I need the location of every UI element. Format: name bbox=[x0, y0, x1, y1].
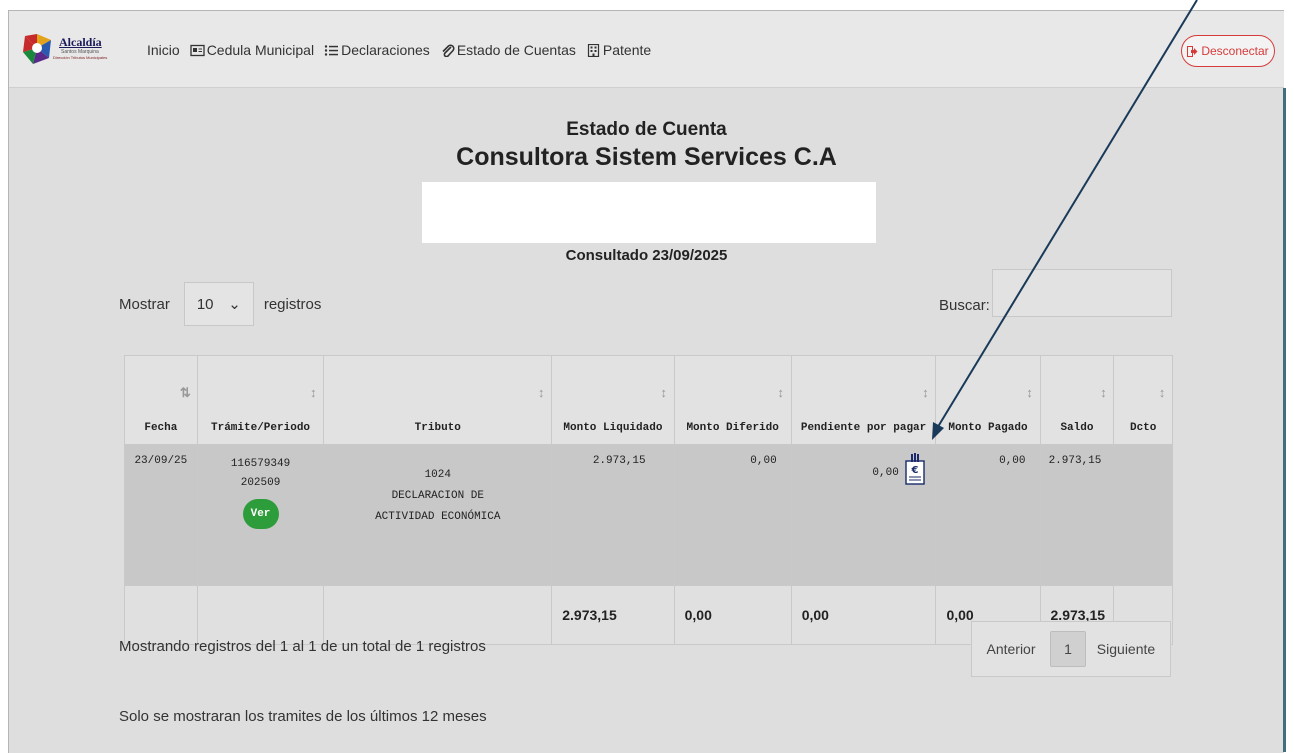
table-info: Mostrando registros del 1 al 1 de un tot… bbox=[119, 638, 486, 655]
tramite-number: 116579349 bbox=[230, 458, 291, 470]
total-empty bbox=[196, 585, 325, 645]
nav-declaraciones[interactable]: Declaraciones bbox=[324, 42, 430, 58]
page-size-value: 10 bbox=[196, 295, 214, 313]
nav-inicio[interactable]: Inicio bbox=[147, 42, 180, 58]
col-tributo[interactable]: Tributo ↕ bbox=[323, 355, 553, 445]
page-size-control: Mostrar 10 ⌄ registros bbox=[119, 282, 321, 326]
cell-dcto bbox=[1113, 444, 1173, 586]
total-diferido: 0,00 bbox=[673, 585, 792, 645]
header-label: Pendiente por pagar bbox=[800, 422, 927, 434]
page-size-select[interactable]: 10 ⌄ bbox=[183, 282, 254, 326]
window-edge bbox=[1283, 88, 1286, 752]
sort-icon: ↕ bbox=[537, 386, 546, 401]
tributo-description: DECLARACION DE ACTIVIDAD ECONÓMICA bbox=[375, 490, 501, 523]
sort-icon: ⇅ bbox=[179, 386, 191, 401]
total-empty bbox=[323, 585, 553, 645]
footer-note: Solo se mostraran los tramites de los úl… bbox=[119, 708, 487, 725]
col-monto-diferido[interactable]: Monto Diferido ↕ bbox=[673, 355, 792, 445]
logo-text: Alcaldía bbox=[59, 35, 102, 49]
building-icon bbox=[587, 43, 600, 57]
sort-icon: ↕ bbox=[776, 386, 785, 401]
svg-text:€: € bbox=[911, 465, 919, 476]
navbar: Alcaldía Santos Marquina Dirección Tribu… bbox=[9, 11, 1284, 88]
nav-label: Inicio bbox=[147, 42, 180, 58]
nav-label: Patente bbox=[602, 42, 652, 58]
app-window: Alcaldía Santos Marquina Dirección Tribu… bbox=[8, 10, 1284, 753]
search-label: Buscar: bbox=[939, 297, 990, 314]
company-name: Consultora Sistem Services C.A bbox=[456, 143, 837, 171]
ver-button[interactable]: Ver bbox=[242, 499, 279, 529]
sort-icon: ↕ bbox=[1158, 386, 1166, 401]
nav-label: Estado de Cuentas bbox=[456, 42, 576, 58]
col-fecha[interactable]: Fecha ⇅ bbox=[124, 355, 198, 445]
nav-label: Declaraciones bbox=[341, 42, 430, 58]
header-label: Dcto bbox=[1129, 422, 1157, 434]
cell-tributo: 1024 DECLARACION DE ACTIVIDAD ECONÓMICA bbox=[323, 444, 553, 586]
periodo: 202509 bbox=[240, 477, 281, 489]
cell-fecha: 23/09/25 bbox=[124, 444, 198, 586]
list-icon bbox=[324, 44, 339, 56]
col-monto-pagado[interactable]: Monto Pagado ↕ bbox=[935, 355, 1041, 445]
id-card-icon bbox=[190, 44, 205, 56]
disconnect-label: Desconectar bbox=[1201, 44, 1269, 58]
records-label: registros bbox=[263, 295, 322, 313]
tributo-code: 1024 bbox=[424, 469, 451, 481]
nav-label: Cedula Municipal bbox=[206, 42, 315, 58]
total-liquidado: 2.973,15 bbox=[551, 585, 675, 645]
pagination-previous[interactable]: Anterior bbox=[972, 641, 1050, 657]
table-row: 23/09/25 116579349 202509 Ver 1024 DECLA… bbox=[124, 444, 1173, 586]
logo-subtitle-2: Dirección Tributos Municipales bbox=[53, 55, 108, 60]
col-dcto[interactable]: Dcto ↕ bbox=[1113, 355, 1173, 445]
pagination-page-1[interactable]: 1 bbox=[1050, 631, 1086, 667]
header-label: Fecha bbox=[144, 422, 178, 434]
consulted-date: Consultado 23/09/2025 bbox=[565, 247, 728, 264]
sort-icon: ↕ bbox=[309, 386, 318, 401]
cell-diferido: 0,00 bbox=[673, 444, 792, 586]
cell-pagado: 0,00 bbox=[935, 444, 1041, 586]
total-pendiente: 0,00 bbox=[790, 585, 937, 645]
header-label: Monto Diferido bbox=[686, 422, 779, 434]
paperclip-icon bbox=[442, 44, 455, 57]
page-title: Estado de Cuenta bbox=[566, 119, 727, 140]
logo[interactable]: Alcaldía Santos Marquina Dirección Tribu… bbox=[21, 33, 131, 65]
col-pendiente[interactable]: Pendiente por pagar ↕ bbox=[790, 355, 937, 445]
col-saldo[interactable]: Saldo ↕ bbox=[1039, 355, 1115, 445]
cell-tramite: 116579349 202509 Ver bbox=[196, 444, 325, 586]
logo-mark-icon bbox=[23, 34, 51, 64]
sort-icon: ↕ bbox=[1099, 386, 1108, 401]
sort-icon: ↕ bbox=[921, 386, 930, 401]
cell-pendiente: 0,00 € bbox=[790, 444, 937, 586]
search-input[interactable] bbox=[992, 269, 1172, 317]
table-header-row: Fecha ⇅ Trámite/Periodo ↕ Tributo ↕ Monto L… bbox=[124, 355, 1173, 445]
col-tramite[interactable]: Trámite/Periodo ↕ bbox=[196, 355, 325, 445]
nav-estado-de-cuentas[interactable]: Estado de Cuentas bbox=[440, 42, 576, 58]
pagination: Anterior 1 Siguiente bbox=[971, 621, 1171, 677]
header-label: Saldo bbox=[1060, 422, 1094, 434]
header-label: Monto Liquidado bbox=[563, 422, 663, 434]
pendiente-value: 0,00 bbox=[872, 467, 899, 479]
account-table: Fecha ⇅ Trámite/Periodo ↕ Tributo ↕ Monto L… bbox=[124, 355, 1173, 645]
header-label: Tributo bbox=[414, 422, 461, 434]
total-empty bbox=[124, 585, 198, 645]
chevron-down-icon: ⌄ bbox=[228, 296, 241, 313]
disconnect-button[interactable]: Desconectar bbox=[1181, 35, 1275, 67]
sign-out-icon bbox=[1187, 45, 1198, 57]
sort-icon: ↕ bbox=[1025, 386, 1034, 401]
show-label: Mostrar bbox=[119, 295, 170, 313]
main-nav: Inicio Cedula Municipal Declaraciones Es… bbox=[147, 42, 651, 58]
header-label: Trámite/Periodo bbox=[211, 422, 311, 434]
nav-patente[interactable]: Patente bbox=[586, 42, 651, 58]
cell-saldo: 2.973,15 bbox=[1039, 444, 1115, 586]
header-label: Monto Pagado bbox=[948, 422, 1028, 434]
col-monto-liquidado[interactable]: Monto Liquidado ↕ bbox=[551, 355, 675, 445]
cell-liquidado: 2.973,15 bbox=[551, 444, 675, 586]
pagination-next[interactable]: Siguiente bbox=[1086, 641, 1166, 657]
sort-icon: ↕ bbox=[659, 386, 668, 401]
nav-cedula-municipal[interactable]: Cedula Municipal bbox=[190, 42, 314, 58]
pay-invoice-icon[interactable]: € bbox=[905, 453, 926, 485]
redacted-area bbox=[422, 182, 876, 243]
